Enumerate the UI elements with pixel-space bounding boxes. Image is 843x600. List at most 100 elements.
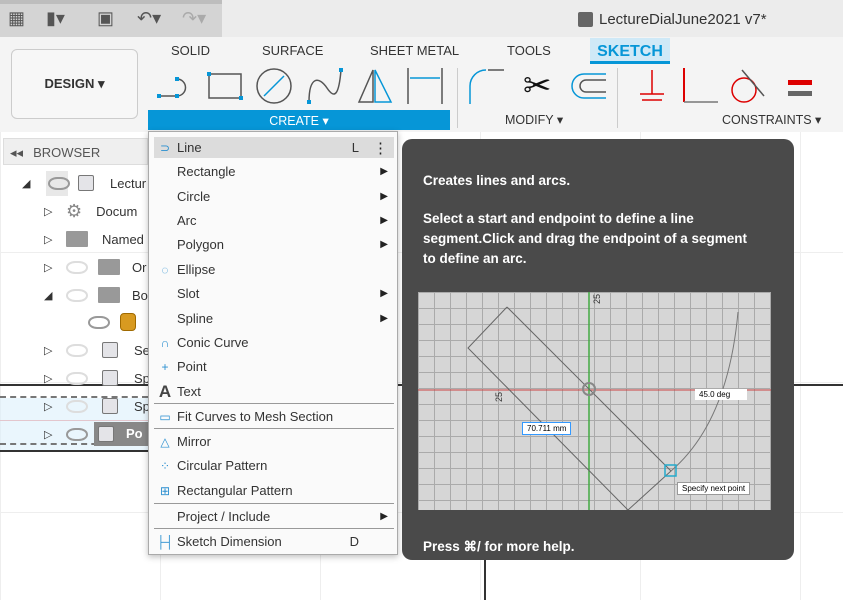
folder-icon [98, 287, 120, 303]
tab-sketch[interactable]: SKETCH [590, 38, 670, 64]
eye-hidden-icon[interactable] [66, 371, 88, 385]
menu-item-label: Project / Include [177, 509, 271, 524]
menu-item-label: Mirror [177, 434, 211, 449]
ellipse-icon: ◌ [161, 262, 169, 277]
submenu-arrow-icon: ▶ [380, 313, 388, 324]
menu-item-rectangular-pattern[interactable]: ⊞ Rectangular Pattern [154, 480, 394, 501]
illustration-sketch [418, 292, 771, 510]
tab-solid[interactable]: SOLID [171, 43, 210, 58]
angle-input: 45.0 deg [695, 389, 747, 400]
menu-item-label: Circle [177, 189, 211, 204]
eye-hidden-icon[interactable] [66, 343, 88, 357]
expanded-icon[interactable]: ◢ [44, 289, 58, 302]
shortcut-label: D [349, 534, 359, 549]
menu-item-spline[interactable]: Spline ▶ [154, 308, 394, 329]
collapsed-icon[interactable]: ▷ [44, 261, 58, 274]
menu-item-project-include[interactable]: Project / Include ▶ [154, 506, 394, 527]
eye-icon[interactable] [88, 315, 110, 329]
menu-item-line[interactable]: ⊃ Line L ⋮ [154, 137, 394, 158]
browser-row-root[interactable]: ◢ Lectur [22, 170, 146, 196]
mirror-tool-icon[interactable] [355, 66, 395, 106]
grid-apps-icon[interactable]: ▦ [8, 8, 25, 29]
menu-item-arc[interactable]: Arc ▶ [154, 210, 394, 231]
rectangular-pattern-icon: ⊞ [159, 483, 171, 498]
gear-icon: ⚙ [66, 200, 83, 221]
browser-row-bodies[interactable]: ◢ Bo [44, 282, 148, 308]
trim-scissors-icon[interactable]: ✂ [523, 66, 552, 106]
sketch-icon [102, 398, 118, 414]
menu-item-label: Text [177, 384, 201, 399]
collapsed-icon[interactable]: ▷ [44, 400, 58, 413]
redo-icon[interactable]: ↷▾ [182, 8, 206, 29]
perpendicular-constraint-icon[interactable] [680, 66, 720, 106]
browser-row-origin[interactable]: ▷ Or [44, 254, 146, 280]
spline-tool-icon[interactable] [305, 66, 345, 106]
folder-icon [98, 259, 120, 275]
offset-tool-icon[interactable] [568, 66, 608, 106]
modify-group-button[interactable]: MODIFY ▾ [505, 112, 563, 127]
constraints-group-button[interactable]: CONSTRAINTS ▾ [722, 112, 821, 127]
eye-icon[interactable] [66, 427, 88, 441]
tab-surface[interactable]: SURFACE [262, 43, 323, 58]
browser-row-sketch[interactable]: ▷ Sp [44, 365, 150, 391]
menu-item-text[interactable]: A Text [154, 381, 394, 402]
browser-row-sketch[interactable]: ▷ Se [44, 337, 150, 363]
browser-row-body[interactable] [88, 309, 136, 335]
expanded-icon[interactable]: ◢ [22, 177, 36, 190]
tangent-constraint-icon[interactable] [728, 66, 768, 106]
menu-item-circle[interactable]: Circle ▶ [154, 186, 394, 207]
collapsed-icon[interactable]: ▷ [44, 205, 58, 218]
fix-constraint-icon[interactable] [632, 66, 672, 106]
save-icon[interactable]: ▣ [97, 8, 114, 29]
submenu-arrow-icon: ▶ [380, 215, 388, 226]
equal-constraint-icon[interactable] [788, 80, 812, 85]
collapse-browser-icon[interactable]: ◂◂ [10, 145, 23, 160]
circle-tool-icon[interactable] [254, 66, 294, 106]
eye-hidden-icon[interactable] [66, 260, 88, 274]
menu-item-mirror[interactable]: △ Mirror [154, 431, 394, 452]
tab-tools[interactable]: TOOLS [507, 43, 551, 58]
browser-row-named-views[interactable]: ▷ Named [44, 226, 144, 252]
line-tool-icon[interactable] [155, 66, 195, 106]
line-icon: ⊃ [159, 140, 171, 155]
browser-row-sketch-active[interactable]: ▷ Po [44, 421, 155, 447]
menu-item-polygon[interactable]: Polygon ▶ [154, 234, 394, 255]
menu-item-ellipse[interactable]: ◌ Ellipse [154, 259, 394, 280]
browser-row-sketch[interactable]: ▷ Sp [44, 393, 150, 419]
create-group-button[interactable]: CREATE ▾ [148, 110, 450, 130]
menu-item-rectangle[interactable]: Rectangle ▶ [154, 161, 394, 182]
menu-separator [154, 428, 394, 429]
eye-hidden-icon[interactable] [66, 288, 88, 302]
menu-item-conic-curve[interactable]: ∩ Conic Curve [154, 332, 394, 353]
axis-label: 25 [494, 391, 505, 403]
collapsed-icon[interactable]: ▷ [44, 372, 58, 385]
fillet-tool-icon[interactable] [468, 66, 508, 106]
tooltip-title: Creates lines and arcs. [423, 173, 571, 188]
collapsed-icon[interactable]: ▷ [44, 428, 58, 441]
file-icon[interactable]: ▮▾ [46, 8, 65, 29]
submenu-arrow-icon: ▶ [380, 288, 388, 299]
menu-item-point[interactable]: + Point [154, 356, 394, 377]
sketch-dimension-tool-icon[interactable] [405, 66, 445, 106]
browser-header[interactable]: ◂◂ BROWSER [3, 138, 148, 165]
menu-item-circular-pattern[interactable]: ⁘ Circular Pattern [154, 455, 394, 476]
tooltip-body: Select a start and endpoint to define a … [423, 211, 748, 266]
menu-item-sketch-dimension[interactable]: ├┤ Sketch Dimension D [154, 531, 394, 552]
menu-item-fit-curves-to-mesh-section[interactable]: ▭ Fit Curves to Mesh Section [154, 406, 394, 427]
menu-item-label: Conic Curve [177, 335, 249, 350]
menu-item-slot[interactable]: Slot ▶ [154, 283, 394, 304]
more-options-icon[interactable]: ⋮ [373, 139, 388, 157]
eye-icon[interactable] [48, 176, 70, 190]
collapsed-icon[interactable]: ▷ [44, 344, 58, 357]
collapsed-icon[interactable]: ▷ [44, 233, 58, 246]
shortcut-label: L [351, 140, 359, 155]
tooltip: Creates lines and arcs. Select a start a… [402, 139, 794, 560]
fit-curves-icon: ▭ [159, 409, 171, 424]
sketch-icon [102, 370, 118, 386]
browser-row-document-settings[interactable]: ▷ ⚙ Docum [44, 198, 137, 224]
rectangle-tool-icon[interactable] [205, 66, 245, 106]
undo-icon[interactable]: ↶▾ [137, 8, 161, 29]
eye-hidden-icon[interactable] [66, 399, 88, 413]
workspace-switcher[interactable]: DESIGN ▾ [11, 49, 138, 119]
tab-sheet-metal[interactable]: SHEET METAL [370, 43, 459, 58]
